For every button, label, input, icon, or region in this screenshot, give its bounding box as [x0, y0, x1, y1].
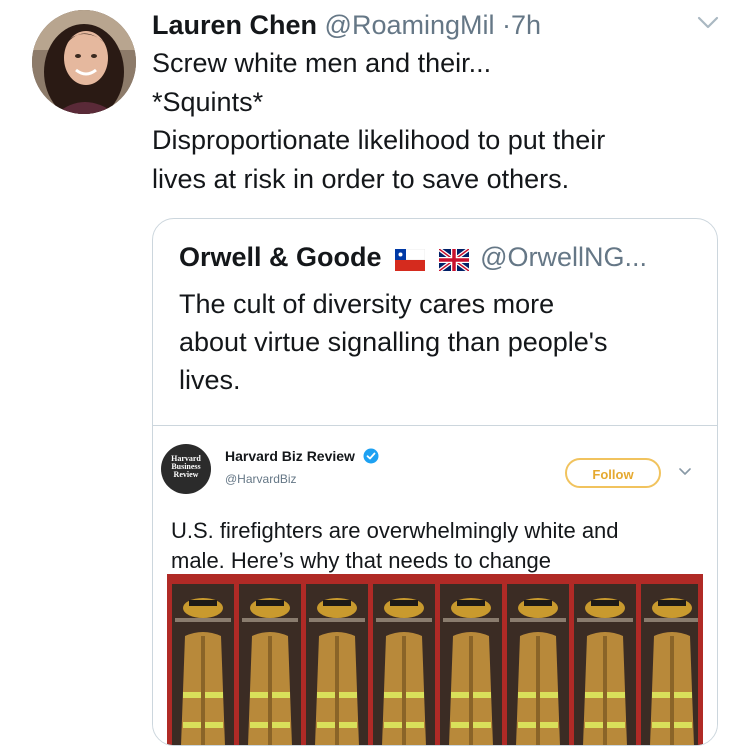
lockers-illustration [167, 574, 703, 745]
quoted-author-name: Orwell & Goode [179, 242, 382, 272]
logo-line: Review [173, 470, 199, 479]
locker-shelf [577, 618, 633, 622]
locker-frame [301, 584, 306, 745]
tweet-header: Lauren Chen @RoamingMil ·7h [152, 8, 541, 42]
helmet-band [390, 600, 418, 606]
helmet-band [256, 600, 284, 606]
separator-dot: · [502, 10, 512, 40]
locker-shelf [510, 618, 566, 622]
locker-frame [368, 584, 373, 745]
tweet-text-line: Screw white men and their... [152, 48, 492, 78]
locker-shelf [376, 618, 432, 622]
coat-seam [268, 636, 272, 745]
coat-seam [402, 636, 406, 745]
embedded-author-handle: @HarvardBiz [225, 472, 297, 486]
verified-badge-icon [363, 448, 379, 464]
coat-seam [201, 636, 205, 745]
coat-seam [670, 636, 674, 745]
author-handle[interactable]: @RoamingMil [325, 10, 495, 40]
locker-shelf [175, 618, 231, 622]
locker-shelf [242, 618, 298, 622]
avatar-photo [32, 10, 136, 114]
embedded-author-name-text: Harvard Biz Review [225, 448, 355, 464]
quoted-tweet-card[interactable]: Orwell & Goode @OrwellNG... The cult of … [152, 218, 718, 746]
uk-flag-icon [438, 249, 469, 271]
locker-frame [636, 584, 641, 745]
tweet-text-line: *Squints* [152, 86, 264, 117]
helmet-band [658, 600, 686, 606]
tweet-text: Screw white men and their... *Squints* D… [152, 44, 732, 198]
quoted-tweet-text: The cult of diversity cares more about v… [179, 285, 699, 399]
chevron-down-icon[interactable] [697, 16, 719, 30]
follow-button: Follow [565, 458, 661, 488]
embedded-author-name: Harvard Biz Review [225, 448, 379, 464]
locker-frame [435, 584, 440, 745]
quoted-text-line: The cult of diversity cares more [179, 289, 555, 319]
chile-flag-icon [395, 249, 426, 271]
firefighter-gear-photo [167, 574, 703, 745]
embedded-text-line: male. Here’s why that needs to change [171, 548, 551, 573]
locker-frame [167, 584, 172, 745]
quoted-author-handle: @OrwellNG... [480, 242, 647, 272]
hbr-logo: Harvard Business Review [161, 444, 211, 494]
tweet-text-line: Disproportionate likelihood to put their [152, 125, 606, 155]
embedded-tweet-image: Harvard Business Review Harvard Biz Revi… [153, 425, 717, 745]
helmet-band [524, 600, 552, 606]
helmet-band [591, 600, 619, 606]
locker-frame [502, 584, 507, 745]
locker-frame [698, 584, 703, 745]
coat-seam [603, 636, 607, 745]
quoted-text-line: about virtue signalling than people's [179, 327, 608, 357]
coat-seam [536, 636, 540, 745]
locker-top-bar [167, 574, 703, 584]
helmet-band [457, 600, 485, 606]
chevron-down-icon [679, 468, 691, 475]
tweet-timestamp[interactable]: 7h [511, 10, 541, 40]
locker-shelf [309, 618, 365, 622]
coat-seam [469, 636, 473, 745]
locker-frame [234, 584, 239, 745]
helmet-band [323, 600, 351, 606]
locker-frame [569, 584, 574, 745]
author-avatar[interactable] [32, 10, 136, 114]
tweet-text-line: lives at risk in order to save others. [152, 163, 570, 194]
locker-shelf [443, 618, 499, 622]
coat-seam [335, 636, 339, 745]
embedded-text-line: U.S. firefighters are overwhelmingly whi… [171, 518, 619, 543]
quoted-tweet-header: Orwell & Goode @OrwellNG... [179, 239, 647, 275]
quoted-text-line: lives. [179, 365, 241, 395]
embedded-tweet-text: U.S. firefighters are overwhelmingly whi… [171, 516, 711, 576]
author-name[interactable]: Lauren Chen [152, 10, 317, 40]
helmet-band [189, 600, 217, 606]
locker-shelf [644, 618, 700, 622]
